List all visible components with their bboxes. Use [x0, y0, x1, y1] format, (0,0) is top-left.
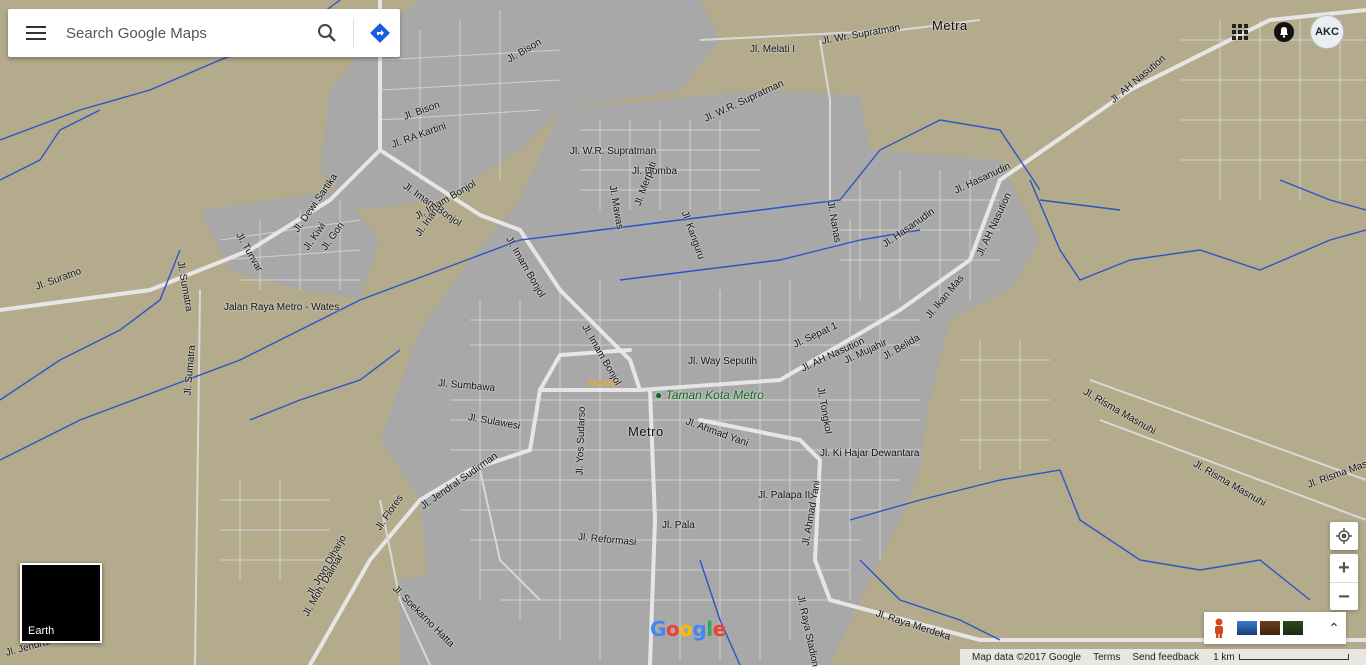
notification-icon — [1274, 22, 1294, 42]
my-location-icon — [1336, 528, 1352, 544]
poi-taman-kota-metro[interactable]: ● Taman Kota Metro — [655, 388, 764, 402]
scale-label: 1 km — [1213, 652, 1235, 663]
zoom-in-button[interactable]: + — [1330, 554, 1358, 582]
search-box — [8, 9, 400, 57]
scale-indicator[interactable]: 1 km — [1213, 652, 1349, 663]
poi-label: Taman Kota Metro — [666, 388, 764, 402]
street-label: Jalan Raya Metro - Wates — [224, 302, 339, 313]
earth-label: Earth — [28, 625, 54, 637]
pegman-button[interactable] — [1204, 613, 1234, 643]
street-label: Jl. Ki Hajar Dewantara — [820, 448, 919, 459]
imagery-thumb[interactable] — [1237, 621, 1257, 635]
terms-link[interactable]: Terms — [1093, 652, 1120, 663]
satellite-thumb[interactable] — [1283, 621, 1303, 635]
zoom-control: + − — [1330, 554, 1358, 610]
city-label: Metro — [628, 424, 664, 439]
search-icon — [317, 23, 337, 43]
my-location-button[interactable] — [1330, 522, 1358, 550]
city-label: Metra — [932, 18, 968, 33]
apps-grid-icon — [1232, 24, 1248, 40]
earth-view-toggle[interactable]: Earth — [20, 563, 102, 643]
directions-button[interactable] — [360, 9, 400, 57]
street-label: Jl. Way Seputih — [688, 356, 757, 367]
map-footer: Map data ©2017 Google Terms Send feedbac… — [960, 649, 1366, 665]
park-icon: ● — [655, 388, 662, 402]
google-logo: Google — [650, 617, 726, 641]
send-feedback-link[interactable]: Send feedback — [1132, 652, 1199, 663]
layers-bar: ⌃ — [1204, 612, 1346, 644]
pegman-icon — [1213, 618, 1225, 638]
menu-button[interactable] — [8, 9, 64, 57]
directions-icon — [369, 22, 391, 44]
search-input[interactable] — [64, 12, 307, 54]
search-divider — [353, 19, 354, 47]
street-label: Jl. Pala — [662, 520, 695, 531]
search-button[interactable] — [307, 9, 347, 57]
street-label: Jl. Palapa II — [758, 490, 810, 501]
hamburger-icon — [26, 25, 46, 41]
terrain-thumb[interactable] — [1260, 621, 1280, 635]
avatar[interactable]: AKC — [1310, 15, 1344, 49]
zoom-out-button[interactable]: − — [1330, 583, 1358, 611]
scale-bar — [1239, 654, 1349, 660]
map-graphics — [0, 0, 1366, 665]
map-data-attribution: Map data ©2017 Google — [972, 652, 1081, 663]
account-bar: AKC — [1222, 14, 1344, 50]
street-label: Jl. W.R. Supratman — [570, 146, 656, 157]
apps-button[interactable] — [1222, 14, 1258, 50]
chevron-up-icon[interactable]: ⌃ — [1322, 620, 1346, 637]
notifications-button[interactable] — [1266, 14, 1302, 50]
street-label: Jl. Melati I — [750, 44, 795, 55]
map-canvas[interactable]: Metro Metra ● Taman Kota Metro Jl. Bison… — [0, 0, 1366, 665]
